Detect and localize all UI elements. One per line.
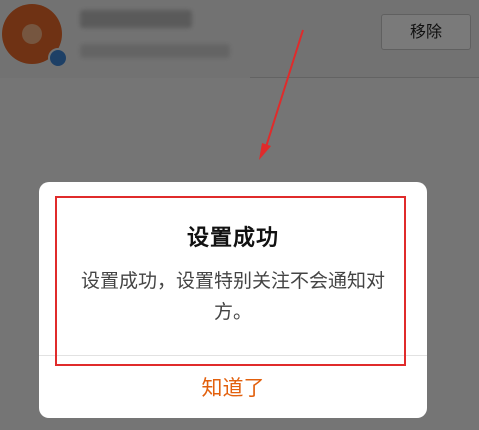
got-it-button[interactable]: 知道了	[39, 358, 427, 418]
dialog-title: 设置成功	[186, 226, 279, 251]
success-dialog: 设置成功 设置成功，设置特别关注不会通知对方。 知道了	[39, 182, 427, 418]
dialog-divider	[39, 355, 427, 356]
dialog-message: 设置成功，设置特别关注不会通知对方。	[80, 270, 385, 323]
